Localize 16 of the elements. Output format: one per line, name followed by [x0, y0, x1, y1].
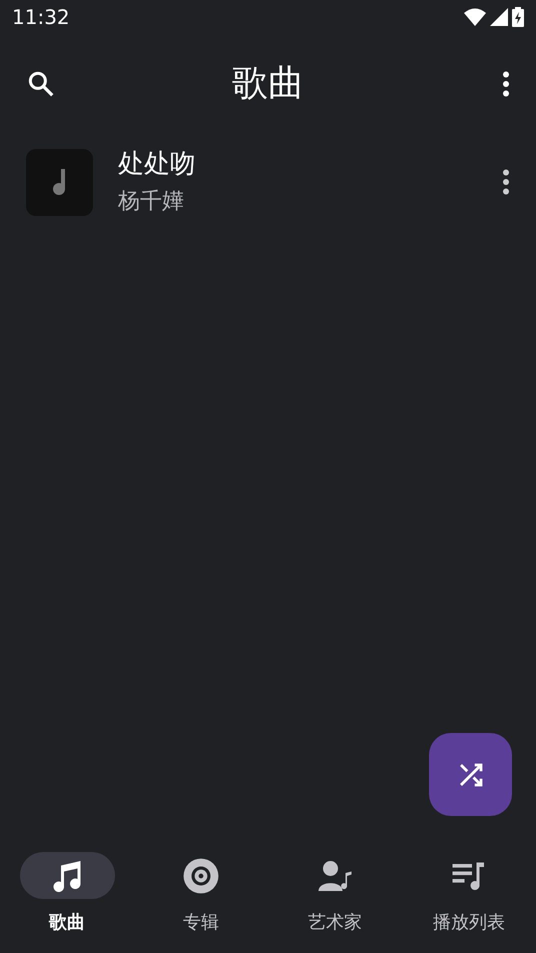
status-time: 11:32: [12, 4, 70, 31]
nav-tab[interactable]: 专辑: [141, 852, 261, 936]
search-icon[interactable]: [26, 69, 56, 99]
disc-icon: [182, 856, 220, 894]
shuffle-button[interactable]: [429, 733, 512, 816]
wifi-icon: [464, 8, 486, 26]
nav-tab[interactable]: 播放列表: [409, 852, 529, 936]
more-options-icon[interactable]: [502, 169, 510, 195]
page-title: 歌曲: [232, 62, 304, 106]
nav-tab[interactable]: 艺术家: [275, 852, 395, 936]
song-artist: 杨千嬅: [118, 188, 185, 216]
battery-icon: [512, 7, 524, 27]
nav-tab[interactable]: 歌曲: [7, 852, 127, 936]
more-options-icon[interactable]: [502, 71, 510, 97]
signal-icon: [490, 8, 508, 26]
song-title[interactable]: 处处吻: [118, 147, 477, 181]
